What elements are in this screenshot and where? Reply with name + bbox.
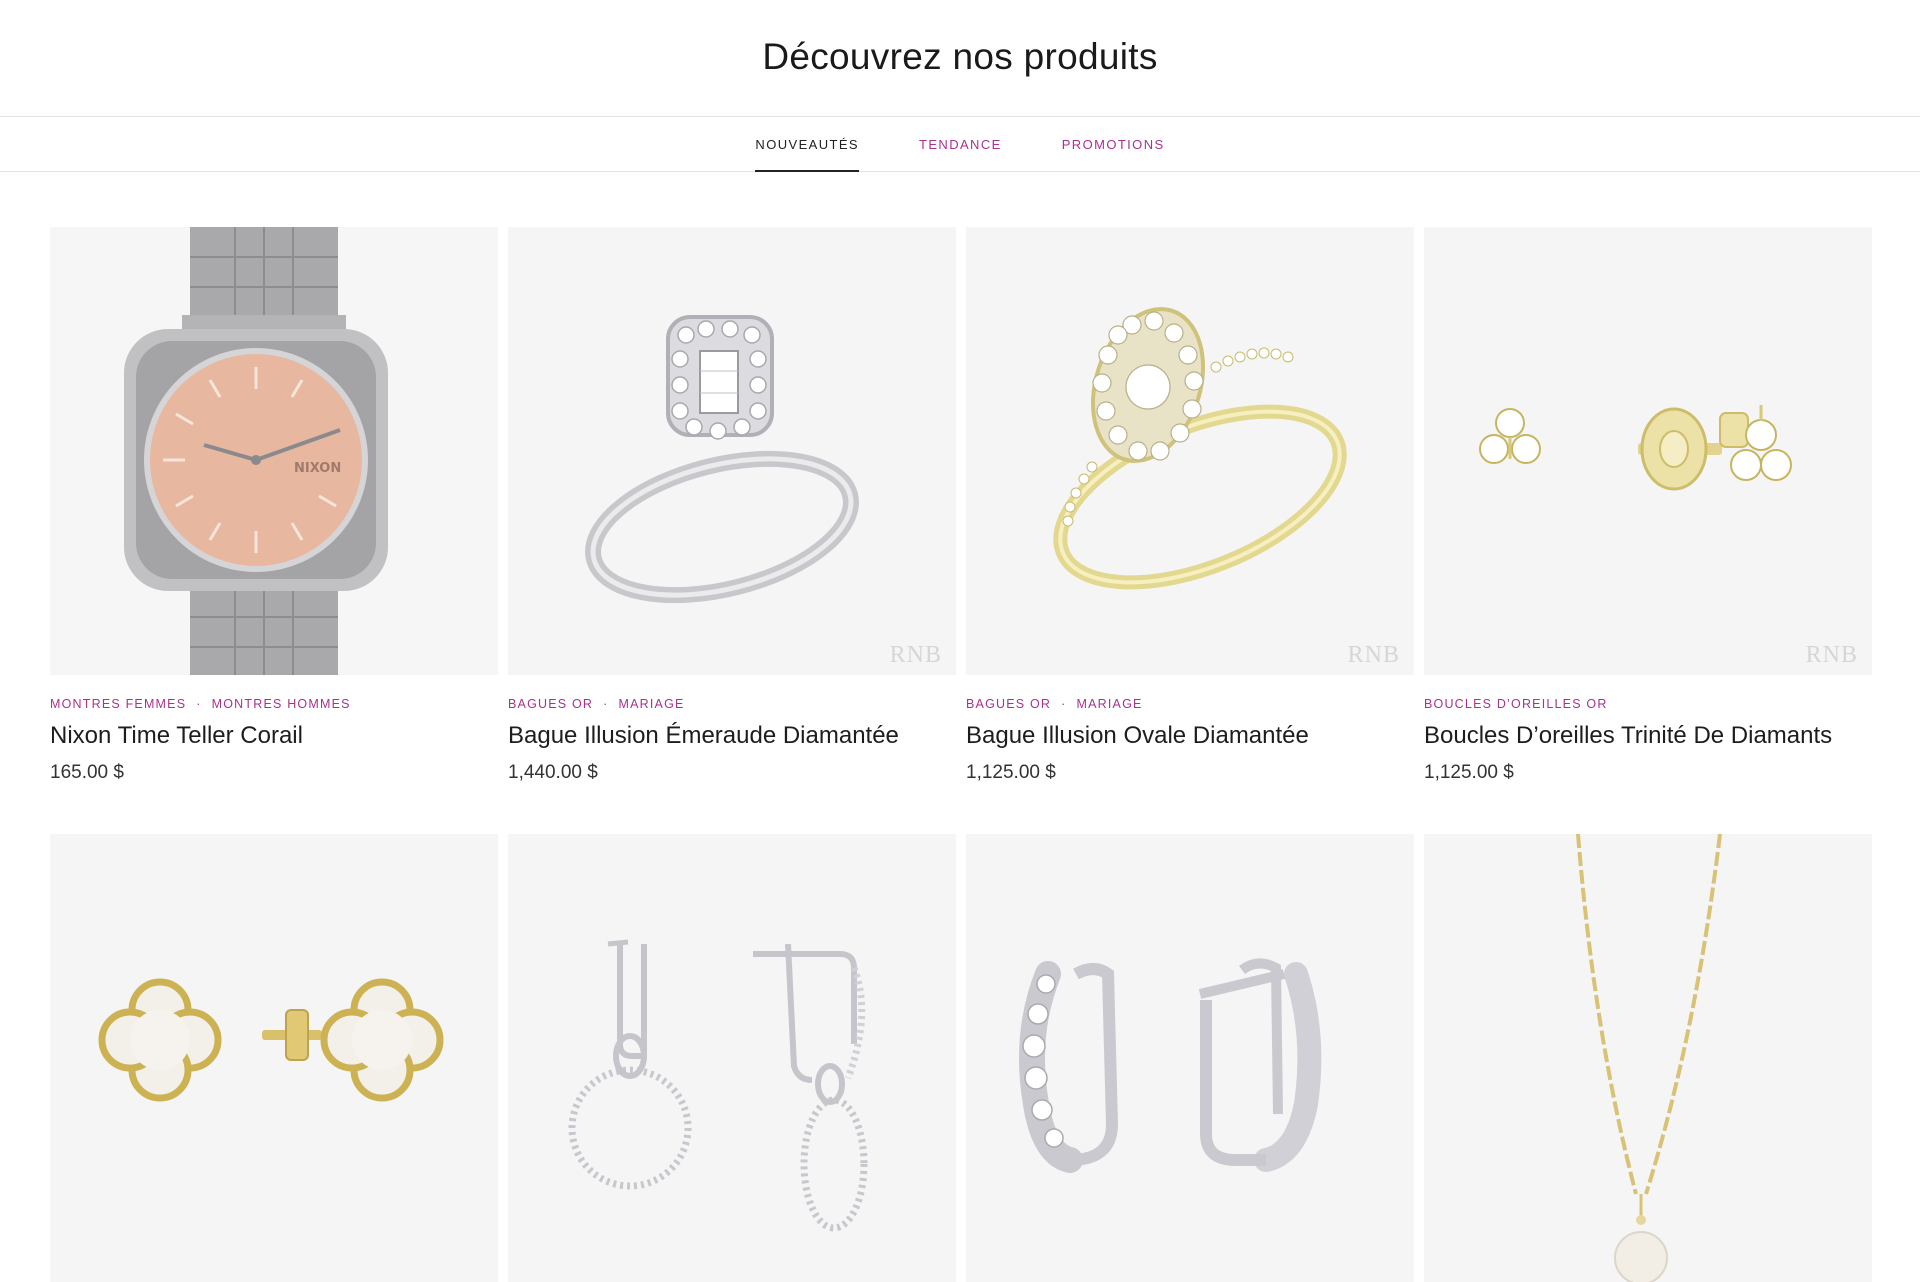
page-title: Découvrez nos produits [762,36,1158,77]
tab-promotions[interactable]: PROMOTIONS [1062,117,1165,171]
brand-watermark: RNB [1347,642,1400,668]
product-card[interactable]: RNB BAGUES OR · MARIAGE Bague Illusion É… [508,227,956,784]
category-link[interactable]: MONTRES FEMMES [50,697,186,711]
product-image[interactable]: RNB [1424,227,1872,675]
product-image[interactable] [508,834,956,1282]
category-link[interactable]: MONTRES HOMMES [212,697,351,711]
product-price: 1,125.00 $ [966,762,1056,783]
hoop-earrings-icon [508,834,956,1282]
category-link[interactable]: BOUCLES D’OREILLES OR [1424,697,1608,711]
product-card[interactable]: NIXON MONTRES FEMMES · MONTRES HOMMES Ni… [50,227,498,784]
brand-watermark: RNB [889,642,942,668]
brand-watermark: RNB [1805,642,1858,668]
ring-icon [508,227,956,675]
product-image[interactable] [50,834,498,1282]
category-separator: · [196,697,202,711]
watch-icon: NIXON [50,227,498,675]
page-header: Découvrez nos produits [0,0,1920,117]
pearl-necklace-icon [1424,834,1872,1282]
huggie-earrings-icon [966,834,1414,1282]
product-price: 1,125.00 $ [1424,762,1514,783]
product-image[interactable] [966,834,1414,1282]
product-name[interactable]: Boucles D’oreilles Trinité De Diamants [1424,722,1872,750]
product-categories: BAGUES OR · MARIAGE [966,697,1414,711]
product-image[interactable]: NIXON [50,227,498,675]
category-link[interactable]: BAGUES OR [508,697,593,711]
category-link[interactable]: MARIAGE [1077,697,1143,711]
product-price: 1,440.00 $ [508,762,598,783]
earrings-icon [1424,227,1872,675]
product-card[interactable]: RNB BOUCLES D’OREILLES OR Boucles D’orei… [1424,227,1872,784]
product-image[interactable]: RNB [966,227,1414,675]
category-separator: · [603,697,609,711]
product-name[interactable]: Nixon Time Teller Corail [50,722,498,750]
product-image[interactable]: RNB [508,227,956,675]
tab-nouveautes[interactable]: NOUVEAUTÉS [755,117,859,172]
product-tabs: NOUVEAUTÉS TENDANCE PROMOTIONS [0,117,1920,172]
product-categories: BOUCLES D’OREILLES OR [1424,697,1872,711]
product-name[interactable]: Bague Illusion Ovale Diamantée [966,722,1414,750]
product-card[interactable] [1424,834,1872,1282]
product-card[interactable] [508,834,956,1282]
svg-text:NIXON: NIXON [294,461,341,476]
ring-icon [966,227,1414,675]
product-image[interactable] [1424,834,1872,1282]
tab-tendance[interactable]: TENDANCE [919,117,1002,171]
product-categories: MONTRES FEMMES · MONTRES HOMMES [50,697,498,711]
category-separator: · [1061,697,1067,711]
product-price: 165.00 $ [50,762,124,783]
category-link[interactable]: MARIAGE [619,697,685,711]
product-grid: NIXON MONTRES FEMMES · MONTRES HOMMES Ni… [50,227,1872,1282]
product-name[interactable]: Bague Illusion Émeraude Diamantée [508,722,956,750]
product-card[interactable] [50,834,498,1282]
product-card[interactable]: RNB BAGUES OR · MARIAGE Bague Illusion O… [966,227,1414,784]
category-link[interactable]: BAGUES OR [966,697,1051,711]
product-categories: BAGUES OR · MARIAGE [508,697,956,711]
clover-earrings-icon [50,834,498,1282]
product-card[interactable] [966,834,1414,1282]
